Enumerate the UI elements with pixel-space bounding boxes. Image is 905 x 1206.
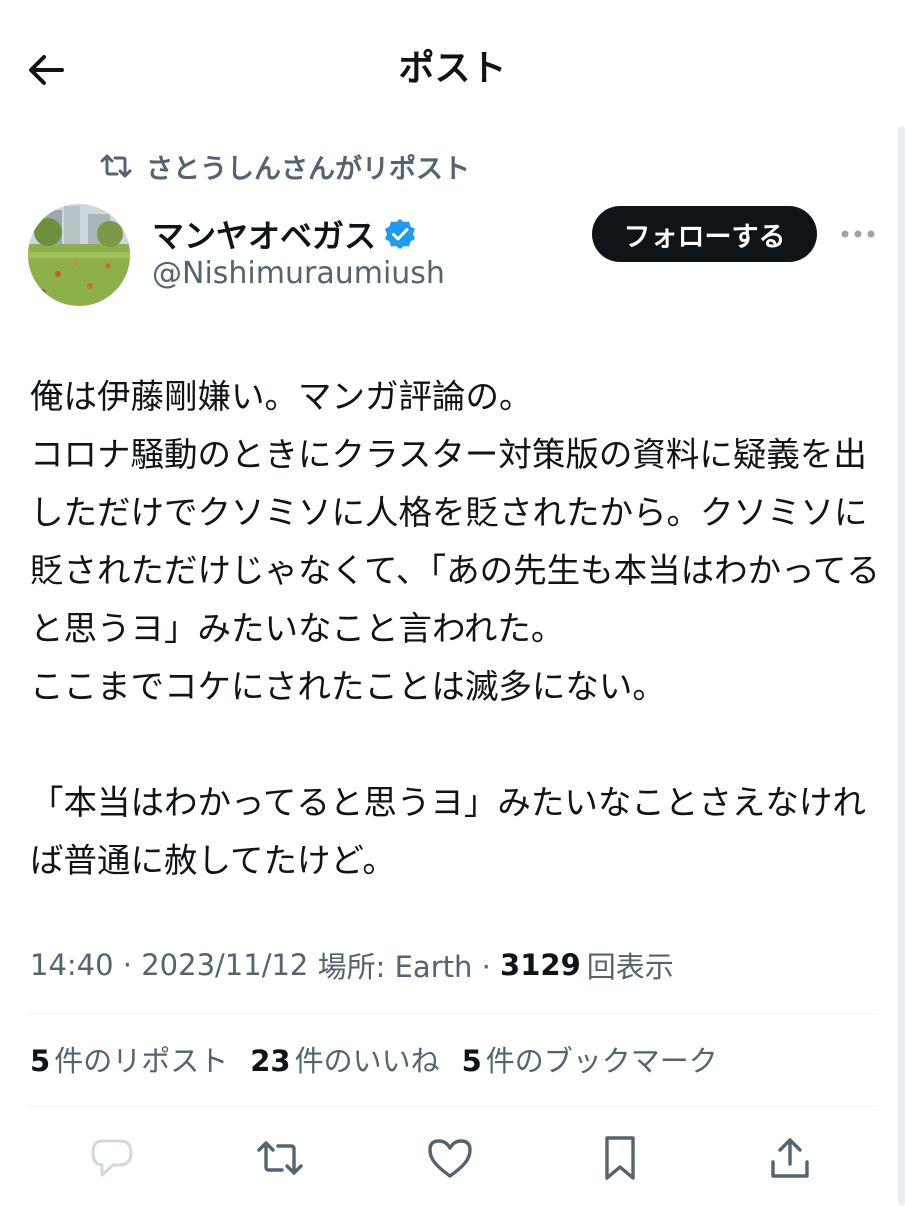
- engagement-stats: 5 件のリポスト 23 件のいいね 5 件のブックマーク: [30, 1034, 740, 1084]
- top-bar: ポスト: [0, 0, 905, 140]
- action-bar: [0, 1128, 905, 1188]
- views-label: 回表示: [586, 950, 674, 984]
- tweet-date[interactable]: 2023/11/12: [141, 948, 308, 982]
- likes-count: 23: [250, 1044, 291, 1078]
- verified-badge-icon: [385, 219, 416, 249]
- more-icon: [841, 230, 875, 238]
- reposts-stat[interactable]: 5 件のリポスト: [30, 1038, 228, 1080]
- repost-context-text[interactable]: さとうしんさんがリポスト: [146, 147, 470, 186]
- reply-button[interactable]: [86, 1132, 138, 1184]
- views-count: 3129: [500, 948, 581, 982]
- reply-icon: [91, 1139, 133, 1177]
- tweet-location: 場所: Earth ·: [308, 950, 501, 984]
- more-options-button[interactable]: [836, 214, 880, 254]
- avatar-image: [28, 204, 130, 306]
- like-button[interactable]: [424, 1132, 476, 1184]
- tweet-time[interactable]: 14:40: [30, 948, 114, 982]
- retweet-icon: [257, 1141, 303, 1175]
- user-handle[interactable]: @Nishimuraumiush: [152, 256, 445, 291]
- repost-context: さとうしんさんがリポスト: [100, 146, 470, 186]
- divider: [28, 1106, 878, 1107]
- reposts-count: 5: [30, 1044, 51, 1078]
- likes-stat[interactable]: 23 件のいいね: [250, 1038, 439, 1080]
- likes-label: 件のいいね: [294, 1044, 440, 1078]
- share-button[interactable]: [764, 1132, 816, 1184]
- like-icon: [428, 1139, 472, 1178]
- share-icon: [771, 1138, 809, 1178]
- bookmarks-label: 件のブックマーク: [485, 1044, 718, 1078]
- bookmark-icon: [605, 1136, 635, 1180]
- repost-icon: [100, 154, 132, 178]
- display-name[interactable]: マンヤオベガス: [152, 211, 376, 257]
- divider: [28, 1013, 878, 1014]
- scrollbar[interactable]: [898, 126, 905, 1206]
- tweet-text: 俺は伊藤剛嫌い。マンガ評論の。 コロナ騒動のときにクラスター対策版の資料に疑義を…: [30, 377, 880, 880]
- tweet-meta: 14:40 · 2023/11/12 場所: Earth · 3129 回表示: [30, 942, 674, 988]
- bookmarks-stat[interactable]: 5 件のブックマーク: [462, 1038, 718, 1080]
- avatar[interactable]: [28, 204, 130, 306]
- meta-separator: ·: [113, 948, 142, 982]
- bookmark-button[interactable]: [594, 1132, 646, 1184]
- bookmarks-count: 5: [461, 1044, 482, 1078]
- author-name-row: マンヤオベガス: [152, 212, 416, 256]
- retweet-button[interactable]: [254, 1132, 306, 1184]
- page-title: ポスト: [398, 48, 507, 89]
- reposts-label: 件のリポスト: [54, 1044, 229, 1078]
- follow-button[interactable]: フォローする: [592, 206, 817, 262]
